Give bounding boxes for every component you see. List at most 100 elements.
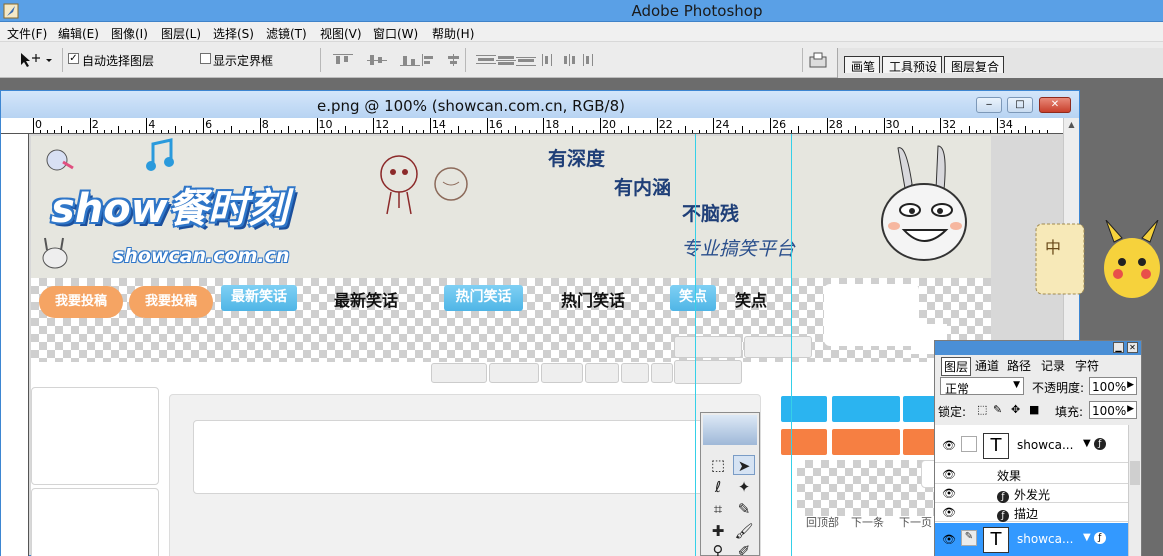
tab-history[interactable]: 记录 <box>1039 357 1067 374</box>
chevron-right-icon: ▶ <box>1127 404 1134 414</box>
align-left-icon[interactable] <box>422 54 442 66</box>
ruler-major-tick <box>259 118 261 133</box>
vertical-ruler[interactable] <box>1 134 29 556</box>
distribute-right-icon[interactable] <box>581 54 601 66</box>
ruler-minor-tick <box>1003 130 1005 133</box>
ruler-minor-tick <box>281 130 283 133</box>
brush-link-icon[interactable]: ✎ <box>961 530 977 546</box>
lock-move-icon[interactable]: ✥ <box>1011 403 1020 416</box>
lock-paint-icon[interactable]: ✎ <box>993 403 1002 416</box>
menu-window[interactable]: 窗口(W) <box>373 25 418 42</box>
layers-panel-title-bar[interactable]: ▁ ✕ <box>935 341 1141 355</box>
horizontal-ruler[interactable]: 0 2 4 6 8 10 12 14 16 18 20 22 24 26 28 30 32 34 <box>1 118 1063 134</box>
visibility-eye-icon[interactable]: 👁 <box>942 533 956 546</box>
tab-channels[interactable]: 通道 <box>973 357 1001 374</box>
align-middle-icon[interactable] <box>367 54 387 66</box>
layer-effects-icon[interactable]: ▼ ƒ <box>1083 532 1111 544</box>
tab-layers[interactable]: 图层 <box>941 357 972 376</box>
ruler-minor-tick <box>798 126 800 133</box>
link-box[interactable] <box>961 436 977 452</box>
opacity-input[interactable]: 100% ▶ <box>1089 377 1137 395</box>
move-tool-icon[interactable]: ➤ <box>733 455 755 475</box>
layer-row-selected[interactable]: 👁 ✎ T showca... ▼ ƒ <box>935 523 1128 556</box>
ruler-minor-tick <box>40 130 42 133</box>
visibility-eye-icon[interactable]: 👁 <box>942 487 956 500</box>
auto-select-checkbox[interactable]: ✓ <box>68 53 79 64</box>
tab-character[interactable]: 字符 <box>1073 357 1101 374</box>
marquee-tool-icon[interactable]: ⬚ <box>707 455 729 475</box>
toolbox-header-feather-icon[interactable] <box>703 415 757 445</box>
healing-brush-tool-icon[interactable]: ✚ <box>707 521 729 541</box>
minimize-button[interactable]: ‒ <box>976 97 1002 113</box>
align-top-icon[interactable] <box>333 54 353 66</box>
lasso-tool-icon[interactable]: ℓ <box>707 477 729 497</box>
distribute-bottom-icon[interactable] <box>516 54 536 66</box>
document-title-bar[interactable]: e.png @ 100% (showcan.com.cn, RGB/8) ‒ □… <box>1 91 1079 118</box>
show-bounds-checkbox[interactable] <box>200 53 211 64</box>
magic-wand-tool-icon[interactable]: ✦ <box>733 477 755 497</box>
menu-edit[interactable]: 编辑(E) <box>58 25 99 42</box>
ruler-minor-tick <box>876 130 878 133</box>
ruler-minor-tick <box>968 126 970 133</box>
distribute-top-icon[interactable] <box>476 54 496 66</box>
document-title: e.png @ 100% (showcan.com.cn, RGB/8) <box>317 97 625 115</box>
panel-close-icon[interactable]: ✕ <box>1127 342 1138 353</box>
visibility-eye-icon[interactable]: 👁 <box>942 468 956 481</box>
effect-row[interactable]: 👁 ƒ 外发光 <box>935 484 1128 503</box>
menu-help[interactable]: 帮助(H) <box>432 25 474 42</box>
image-canvas[interactable]: show餐时刻 showcan.com.cn 有深度 有内涵 不脑残 专业搞笑平… <box>31 136 991 556</box>
menu-layer[interactable]: 图层(L) <box>161 25 201 42</box>
layers-scrollbar[interactable] <box>1128 425 1141 556</box>
visibility-eye-icon[interactable]: 👁 <box>942 506 956 519</box>
restore-button[interactable]: □ <box>1007 97 1033 113</box>
guide-line[interactable] <box>791 134 792 556</box>
layers-panel: ▁ ✕ 图层 通道 路径 记录 字符 正常 ▼ 不透明度: 100% ▶ 锁定:… <box>934 340 1142 556</box>
crop-tool-icon[interactable]: ⌗ <box>707 499 729 519</box>
ruler-minor-tick <box>309 130 311 133</box>
ruler-minor-tick <box>961 130 963 133</box>
layer-effects-icon[interactable]: ▼ ƒ <box>1083 438 1111 450</box>
ruler-minor-tick <box>1039 130 1041 133</box>
brush-tool-icon[interactable]: 🖌 <box>733 521 755 541</box>
file-browser-icon[interactable] <box>808 51 828 69</box>
ruler-minor-tick <box>125 130 127 133</box>
ruler-minor-tick <box>1018 130 1020 133</box>
tab-paths[interactable]: 路径 <box>1005 357 1033 374</box>
ruler-major-tick <box>486 118 488 133</box>
lock-transparency-icon[interactable]: ⬚ <box>977 403 987 416</box>
align-bottom-icon[interactable] <box>400 54 420 66</box>
scroll-thumb[interactable] <box>1130 461 1140 485</box>
ruler-minor-tick <box>295 130 297 133</box>
distribute-center-icon[interactable] <box>561 54 581 66</box>
menu-image[interactable]: 图像(I) <box>111 25 148 42</box>
menu-view[interactable]: 视图(V) <box>320 25 362 42</box>
stamp-tool-icon[interactable]: ⚲ <box>707 541 729 556</box>
effect-row[interactable]: 👁 ƒ 描边 <box>935 503 1128 522</box>
close-button[interactable]: ✕ <box>1039 97 1071 113</box>
ruler-minor-tick <box>196 130 197 133</box>
guide-line[interactable] <box>695 134 696 556</box>
align-center-icon[interactable] <box>444 54 464 66</box>
distribute-middle-icon[interactable] <box>496 54 516 66</box>
effects-row[interactable]: 👁 效果 <box>935 464 1128 484</box>
ruler-major-tick <box>770 118 772 133</box>
distribute-left-icon[interactable] <box>541 54 561 66</box>
menu-file[interactable]: 文件(F) <box>7 25 47 42</box>
move-tool-icon[interactable] <box>18 51 58 69</box>
slice-tool-icon[interactable]: ✎ <box>733 499 755 519</box>
history-brush-tool-icon[interactable]: ✐ <box>733 541 755 556</box>
ruler-minor-tick <box>918 130 920 133</box>
menu-select[interactable]: 选择(S) <box>213 25 254 42</box>
blend-mode-select[interactable]: 正常 ▼ <box>940 377 1024 396</box>
lock-all-icon[interactable]: ■ <box>1029 403 1039 416</box>
scroll-up-arrow-icon[interactable]: ▲ <box>1066 120 1077 131</box>
tab-layer-comps[interactable]: 图层复合 <box>944 56 1005 74</box>
visibility-eye-icon[interactable]: 👁 <box>942 439 956 452</box>
tab-brushes[interactable]: 画笔 <box>844 56 881 74</box>
panel-minimize-icon[interactable]: ▁ <box>1113 342 1124 353</box>
layer-row[interactable]: 👁 T showca... ▼ ƒ <box>935 429 1128 463</box>
tab-tool-presets[interactable]: 工具预设 <box>882 56 943 74</box>
ruler-major-tick <box>600 118 601 133</box>
menu-filter[interactable]: 滤镜(T) <box>266 25 307 42</box>
fill-input[interactable]: 100% ▶ <box>1089 401 1137 419</box>
